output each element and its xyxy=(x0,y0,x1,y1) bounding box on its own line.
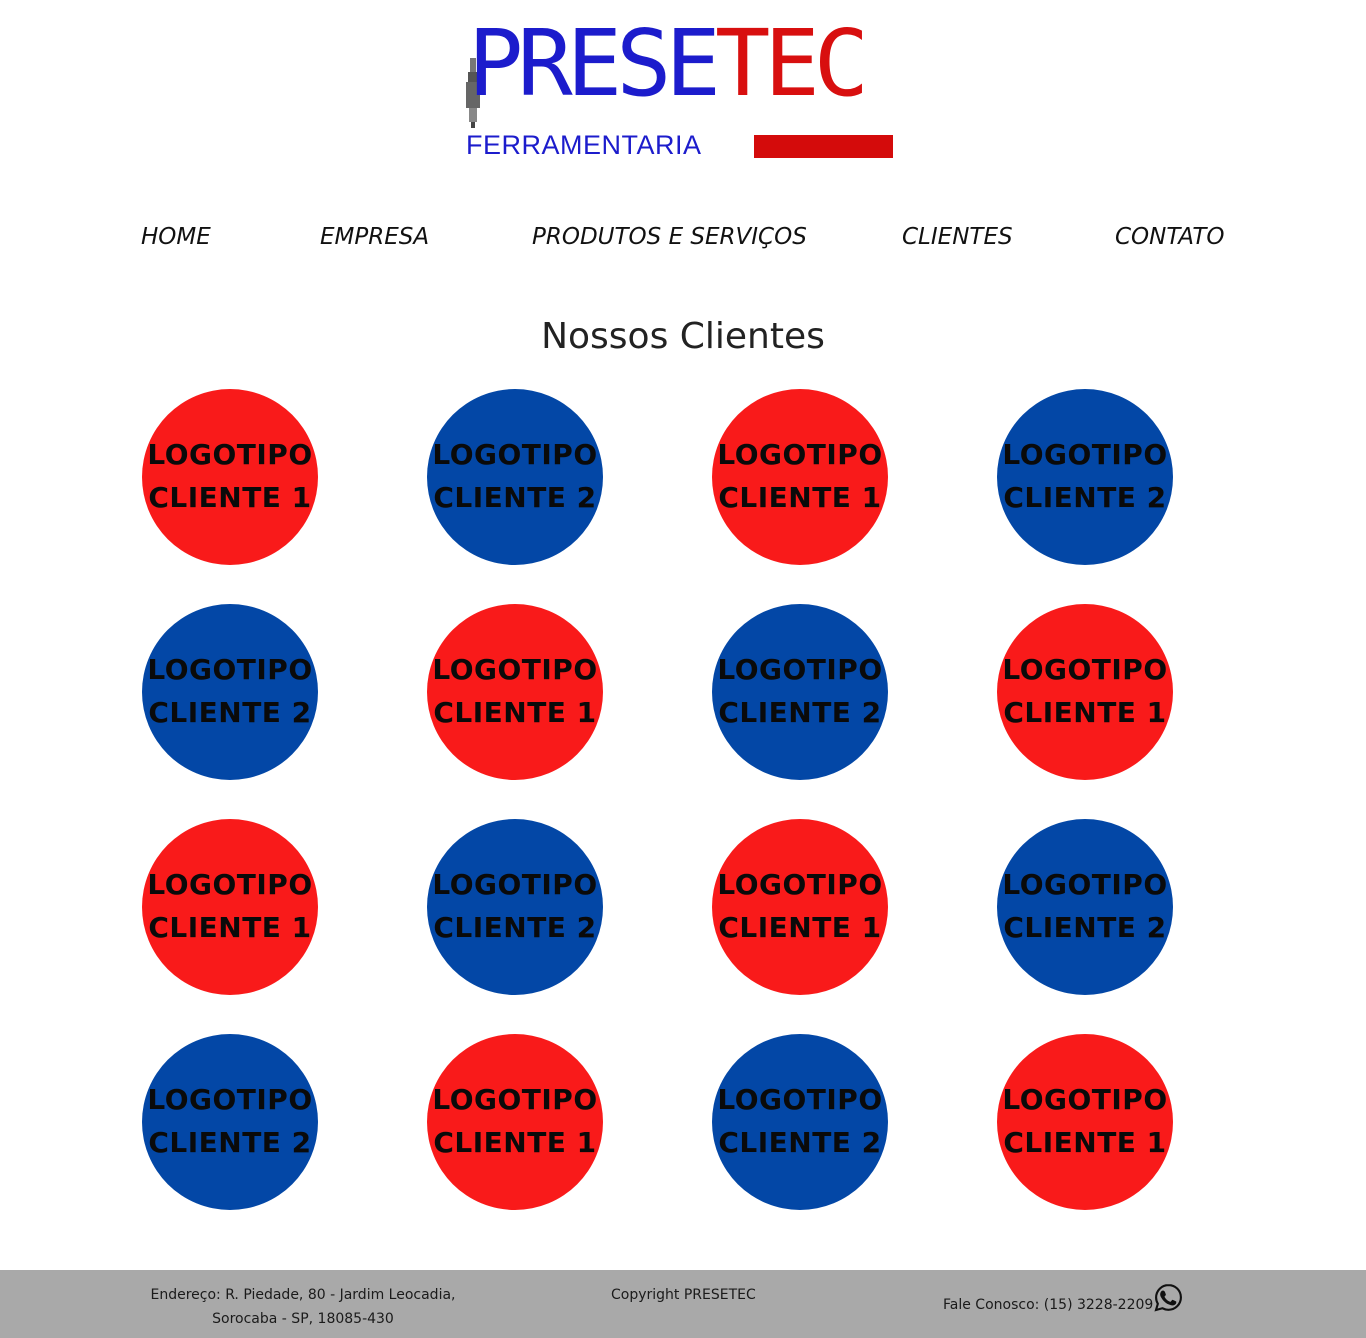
client-logo[interactable]: LOGOTIPO CLIENTE 1 xyxy=(427,604,603,780)
nav-item-empresa[interactable]: EMPRESA xyxy=(320,224,429,250)
client-logo-line1: LOGOTIPO xyxy=(1002,653,1168,687)
client-logo-line2: CLIENTE 2 xyxy=(433,481,597,514)
client-logo-line1: LOGOTIPO xyxy=(147,438,313,472)
client-logo[interactable]: LOGOTIPO CLIENTE 1 xyxy=(142,389,318,565)
client-logo-line2: CLIENTE 2 xyxy=(1003,911,1167,944)
client-logo-line1: LOGOTIPO xyxy=(147,868,313,902)
nav-item-produtos-servicos[interactable]: PRODUTOS E SERVIÇOS xyxy=(532,224,807,250)
footer-address-line2: Sorocaba - SP, 18085-430 xyxy=(212,1311,394,1327)
client-logo-line1: LOGOTIPO xyxy=(147,1083,313,1117)
client-logo[interactable]: LOGOTIPO CLIENTE 1 xyxy=(427,1034,603,1210)
brand-subtitle: FERRAMENTARIA xyxy=(466,130,702,160)
footer: Endereço: R. Piedade, 80 - Jardim Leocad… xyxy=(0,1270,1366,1338)
footer-copyright: Copyright PRESETEC xyxy=(611,1287,756,1303)
client-logo-line1: LOGOTIPO xyxy=(432,1083,598,1117)
client-logo-line1: LOGOTIPO xyxy=(717,1083,883,1117)
brand-name-part1: PRESE xyxy=(468,10,721,117)
footer-address-line1: Endereço: R. Piedade, 80 - Jardim Leocad… xyxy=(150,1287,456,1303)
brand-logo[interactable]: PRESETEC FERRAMENTARIA xyxy=(462,18,897,164)
client-logo-line1: LOGOTIPO xyxy=(1002,868,1168,902)
client-logo-line1: LOGOTIPO xyxy=(147,653,313,687)
client-logo[interactable]: LOGOTIPO CLIENTE 1 xyxy=(712,389,888,565)
client-logo[interactable]: LOGOTIPO CLIENTE 2 xyxy=(427,819,603,995)
whatsapp-icon[interactable] xyxy=(1153,1282,1184,1313)
client-logo[interactable]: LOGOTIPO CLIENTE 2 xyxy=(712,1034,888,1210)
client-logo-line2: CLIENTE 2 xyxy=(148,1126,312,1159)
client-logo-line1: LOGOTIPO xyxy=(432,438,598,472)
client-logo-line2: CLIENTE 2 xyxy=(1003,481,1167,514)
client-logo-line2: CLIENTE 2 xyxy=(148,696,312,729)
client-logo-line2: CLIENTE 1 xyxy=(433,696,597,729)
page-title: Nossos Clientes xyxy=(541,316,825,357)
client-logo-line1: LOGOTIPO xyxy=(717,653,883,687)
brand-underline-bar xyxy=(754,135,893,158)
client-logo-line2: CLIENTE 1 xyxy=(718,911,882,944)
client-logo-line2: CLIENTE 2 xyxy=(718,696,882,729)
client-logo-line2: CLIENTE 2 xyxy=(433,911,597,944)
client-logo[interactable]: LOGOTIPO CLIENTE 2 xyxy=(142,604,318,780)
client-logo[interactable]: LOGOTIPO CLIENTE 2 xyxy=(142,1034,318,1210)
client-logo[interactable]: LOGOTIPO CLIENTE 1 xyxy=(997,1034,1173,1210)
brand-name-part2: TEC xyxy=(714,10,869,117)
client-logo[interactable]: LOGOTIPO CLIENTE 1 xyxy=(997,604,1173,780)
nav-item-home[interactable]: HOME xyxy=(141,224,211,250)
footer-contact: Fale Conosco: (15) 3228-2209 xyxy=(943,1297,1154,1313)
nav-item-contato[interactable]: CONTATO xyxy=(1115,224,1225,250)
brand-wordmark: PRESETEC xyxy=(468,18,869,110)
client-logo-line1: LOGOTIPO xyxy=(1002,438,1168,472)
client-logo-line2: CLIENTE 1 xyxy=(148,911,312,944)
client-logo-line1: LOGOTIPO xyxy=(717,868,883,902)
client-logo[interactable]: LOGOTIPO CLIENTE 1 xyxy=(712,819,888,995)
client-logo-line2: CLIENTE 1 xyxy=(148,481,312,514)
client-logo[interactable]: LOGOTIPO CLIENTE 2 xyxy=(427,389,603,565)
client-logo-line1: LOGOTIPO xyxy=(1002,1083,1168,1117)
client-logo-line2: CLIENTE 1 xyxy=(433,1126,597,1159)
client-logo-line1: LOGOTIPO xyxy=(432,653,598,687)
nav-item-clientes[interactable]: CLIENTES xyxy=(902,224,1013,250)
client-logo-line1: LOGOTIPO xyxy=(717,438,883,472)
client-logo[interactable]: LOGOTIPO CLIENTE 1 xyxy=(142,819,318,995)
footer-address: Endereço: R. Piedade, 80 - Jardim Leocad… xyxy=(150,1283,456,1331)
client-logo[interactable]: LOGOTIPO CLIENTE 2 xyxy=(712,604,888,780)
client-logo-line2: CLIENTE 1 xyxy=(718,481,882,514)
client-logo-line1: LOGOTIPO xyxy=(432,868,598,902)
client-logo-line2: CLIENTE 1 xyxy=(1003,1126,1167,1159)
client-logo[interactable]: LOGOTIPO CLIENTE 2 xyxy=(997,389,1173,565)
client-logo-line2: CLIENTE 2 xyxy=(718,1126,882,1159)
client-logo[interactable]: LOGOTIPO CLIENTE 2 xyxy=(997,819,1173,995)
client-logo-line2: CLIENTE 1 xyxy=(1003,696,1167,729)
